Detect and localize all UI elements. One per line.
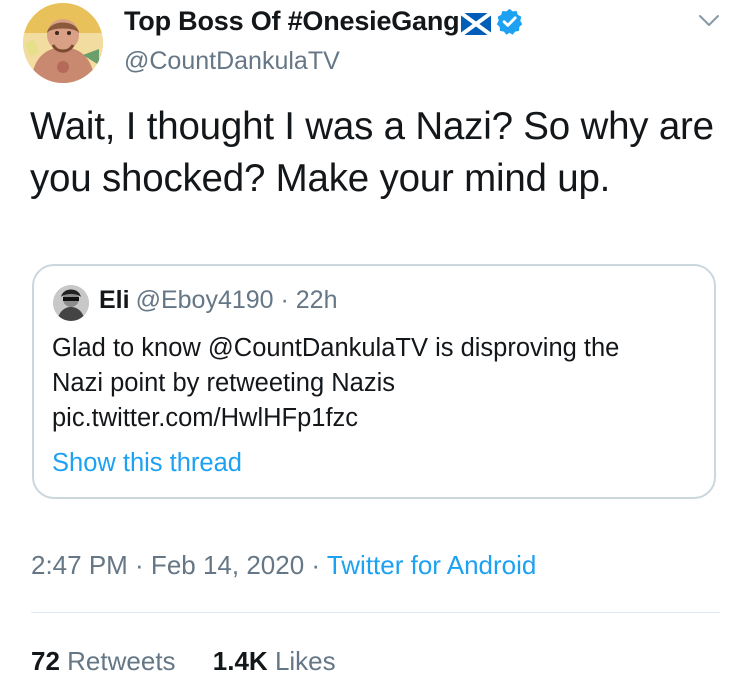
tweet-timestamp-row: 2:47 PM · Feb 14, 2020 · Twitter for And…	[31, 550, 536, 581]
divider	[31, 612, 720, 613]
quoted-tweet-header: Eli @Eboy4190 · 22h	[99, 286, 337, 315]
likes-label: Likes	[274, 646, 336, 676]
verified-badge-icon	[495, 7, 524, 36]
retweets-count: 72	[31, 646, 60, 676]
likes-stat[interactable]: 1.4K Likes	[213, 646, 336, 677]
show-thread-link[interactable]: Show this thread	[52, 449, 242, 478]
quoted-pic-link[interactable]: pic.twitter.com/HwlHFp1fzc	[52, 401, 702, 436]
tweet-text: Wait, I thought I was a Nazi? So why are…	[30, 105, 714, 200]
quoted-tweet-text: Glad to know @CountDankulaTV is disprovi…	[52, 331, 702, 436]
tweet-source-link[interactable]: Twitter for Android	[327, 550, 537, 580]
quoted-tweet-card[interactable]: Eli @Eboy4190 · 22h Glad to know @CountDa…	[32, 264, 716, 499]
quoted-author-handle-time: @Eboy4190 · 22h	[135, 286, 338, 314]
retweets-stat[interactable]: 72 Retweets	[31, 646, 176, 677]
tweet-timestamp[interactable]: 2:47 PM · Feb 14, 2020 ·	[31, 550, 327, 580]
quoted-text-line: Nazi point by retweeting Nazis	[52, 369, 395, 397]
author-avatar[interactable]	[23, 3, 103, 83]
tweet-stats: 72 Retweets 1.4K Likes	[31, 646, 366, 677]
author-display-name[interactable]: Top Boss Of #OnesieGang	[124, 6, 524, 37]
chevron-down-icon[interactable]	[697, 11, 721, 31]
quoted-text-line: Glad to know @CountDankulaTV is disprovi…	[52, 334, 620, 362]
quoted-author-name: Eli	[99, 286, 130, 314]
author-handle[interactable]: @CountDankulaTV	[124, 47, 340, 76]
quoted-author-avatar	[53, 285, 89, 321]
retweets-label: Retweets	[67, 646, 176, 676]
likes-count: 1.4K	[212, 646, 268, 676]
scotland-flag-icon	[460, 10, 493, 37]
display-name-text: Top Boss Of #OnesieGang	[124, 6, 460, 36]
